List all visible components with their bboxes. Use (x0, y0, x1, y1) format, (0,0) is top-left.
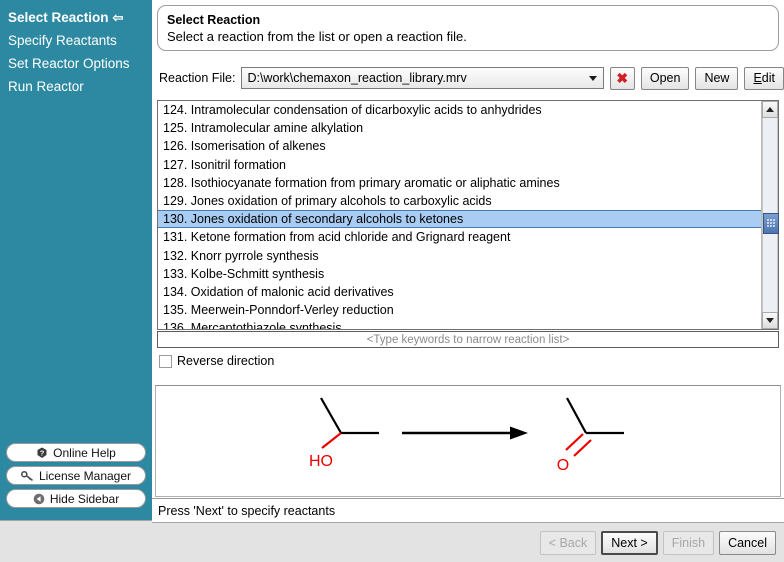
scrollbar-thumb[interactable] (763, 213, 779, 234)
reaction-scheme: HO O (309, 397, 624, 474)
list-item[interactable]: 133. Kolbe-Schmitt synthesis (158, 265, 761, 283)
list-item[interactable]: 124. Intramolecular condensation of dica… (158, 101, 761, 119)
edit-button-mnemonic: E (753, 71, 762, 85)
sidebar-item-label: Select Reaction (8, 10, 109, 25)
sidebar-item-run-reactor[interactable]: Run Reactor (0, 75, 152, 98)
reverse-direction-checkbox[interactable] (159, 354, 172, 368)
open-button-label: Open (649, 71, 681, 85)
list-item-selected[interactable]: 130. Jones oxidation of secondary alcoho… (158, 210, 761, 229)
scroll-down-button[interactable] (762, 312, 778, 329)
chevron-down-icon (588, 76, 597, 81)
collapse-left-icon (33, 493, 45, 505)
sidebar-button-label: License Manager (38, 468, 132, 483)
grip-dots-icon (767, 219, 776, 228)
sidebar-item-label: Set Reactor Options (8, 56, 130, 71)
reaction-filter-placeholder: <Type keywords to narrow reaction list> (366, 333, 570, 346)
list-item[interactable]: 126. Isomerisation of alkenes (158, 137, 761, 155)
finish-button-label: Finish (671, 535, 706, 550)
list-item[interactable]: 136. Mercaptothiazole synthesis (158, 319, 761, 329)
edit-button-label: dit (761, 71, 775, 85)
page-title: Select Reaction (167, 13, 261, 27)
reaction-list[interactable]: 124. Intramolecular condensation of dica… (158, 101, 761, 329)
wizard-button-bar: < Back Next > Finish Cancel (152, 522, 784, 562)
reverse-direction-label: Reverse direction (177, 354, 275, 368)
scrollbar-track[interactable] (762, 118, 779, 312)
license-manager-button[interactable]: License Manager (6, 466, 146, 485)
back-button: < Back (539, 530, 597, 555)
new-button[interactable]: New (695, 66, 739, 90)
current-step-arrow-icon: ⇦ (112, 10, 124, 25)
wizard-sidebar: Select Reaction ⇦ Specify Reactants Set R… (0, 0, 152, 520)
reaction-file-combobox[interactable]: D:\work\chemaxon_reaction_library.mrv (241, 67, 604, 89)
triangle-up-icon (766, 107, 774, 112)
key-icon (21, 470, 34, 482)
wizard-content-pane: Select Reaction Select a reaction from t… (152, 0, 784, 562)
svg-text:?: ? (40, 448, 45, 457)
back-button-label: < Back (548, 535, 588, 550)
list-item[interactable]: 127. Isonitril formation (158, 156, 761, 174)
sidebar-item-specify-reactants[interactable]: Specify Reactants (0, 29, 152, 52)
list-item[interactable]: 125. Intramolecular amine alkylation (158, 119, 761, 137)
triangle-down-icon (766, 318, 774, 323)
hide-sidebar-button[interactable]: Hide Sidebar (6, 489, 146, 508)
edit-button[interactable]: Edit (744, 66, 784, 90)
product-structure: O (557, 397, 624, 474)
reaction-file-toolbar: Reaction File: D:\work\chemaxon_reaction… (152, 62, 784, 94)
reaction-list-scrollbar[interactable] (761, 101, 779, 329)
sidebar-item-label: Run Reactor (8, 79, 84, 94)
help-badge-icon: ? (36, 447, 48, 459)
reaction-file-value: D:\work\chemaxon_reaction_library.mrv (247, 71, 467, 85)
list-item[interactable]: 131. Ketone formation from acid chloride… (158, 228, 761, 246)
new-button-label: New (704, 71, 730, 85)
reactant-atom-label: HO (309, 453, 333, 470)
finish-button: Finish (662, 530, 715, 555)
list-item[interactable]: 134. Oxidation of malonic acid derivativ… (158, 283, 761, 301)
reaction-file-label: Reaction File: (159, 71, 236, 85)
reactor-wizard-window: Select Reaction ⇦ Specify Reactants Set R… (0, 0, 784, 562)
scroll-up-button[interactable] (762, 101, 778, 118)
list-item[interactable]: 129. Jones oxidation of primary alcohols… (158, 192, 761, 210)
sidebar-button-label: Online Help (53, 445, 116, 460)
reaction-arrow-icon (402, 426, 528, 440)
open-button[interactable]: Open (640, 66, 690, 90)
cancel-button-label: Cancel (728, 535, 767, 550)
list-item[interactable]: 132. Knorr pyrrole synthesis (158, 247, 761, 265)
reaction-preview-panel: HO O (155, 385, 781, 497)
next-button[interactable]: Next > (601, 530, 658, 555)
cancel-button[interactable]: Cancel (719, 530, 776, 555)
clear-reaction-file-button[interactable]: ✖ (609, 66, 635, 90)
sidebar-item-set-reactor-options[interactable]: Set Reactor Options (0, 52, 152, 75)
step-header-panel: Select Reaction Select a reaction from t… (157, 5, 779, 51)
list-item[interactable]: 128. Isothiocyanate formation from prima… (158, 174, 761, 192)
red-x-icon: ✖ (616, 69, 629, 86)
product-atom-label: O (557, 457, 569, 474)
reaction-filter-input[interactable]: <Type keywords to narrow reaction list> (157, 331, 779, 348)
next-button-label: Next > (611, 535, 648, 550)
sidebar-item-label: Specify Reactants (8, 33, 117, 48)
reactant-structure: HO (309, 397, 379, 470)
reaction-list-panel: 124. Intramolecular condensation of dica… (157, 100, 779, 330)
list-item[interactable]: 135. Meerwein-Ponndorf-Verley reduction (158, 301, 761, 319)
sidebar-actions: ? Online Help License Manager Hide Sideb… (6, 443, 146, 512)
online-help-button[interactable]: ? Online Help (6, 443, 146, 462)
status-message: Press 'Next' to specify reactants (158, 503, 336, 518)
sidebar-button-label: Hide Sidebar (49, 491, 120, 506)
page-subtitle: Select a reaction from the list or open … (167, 29, 467, 44)
status-bar: Press 'Next' to specify reactants (152, 498, 784, 522)
reverse-direction-checkbox-row[interactable]: Reverse direction (159, 354, 274, 368)
sidebar-item-select-reaction[interactable]: Select Reaction ⇦ (0, 6, 152, 29)
sidebar-bottom-filler (0, 520, 152, 562)
